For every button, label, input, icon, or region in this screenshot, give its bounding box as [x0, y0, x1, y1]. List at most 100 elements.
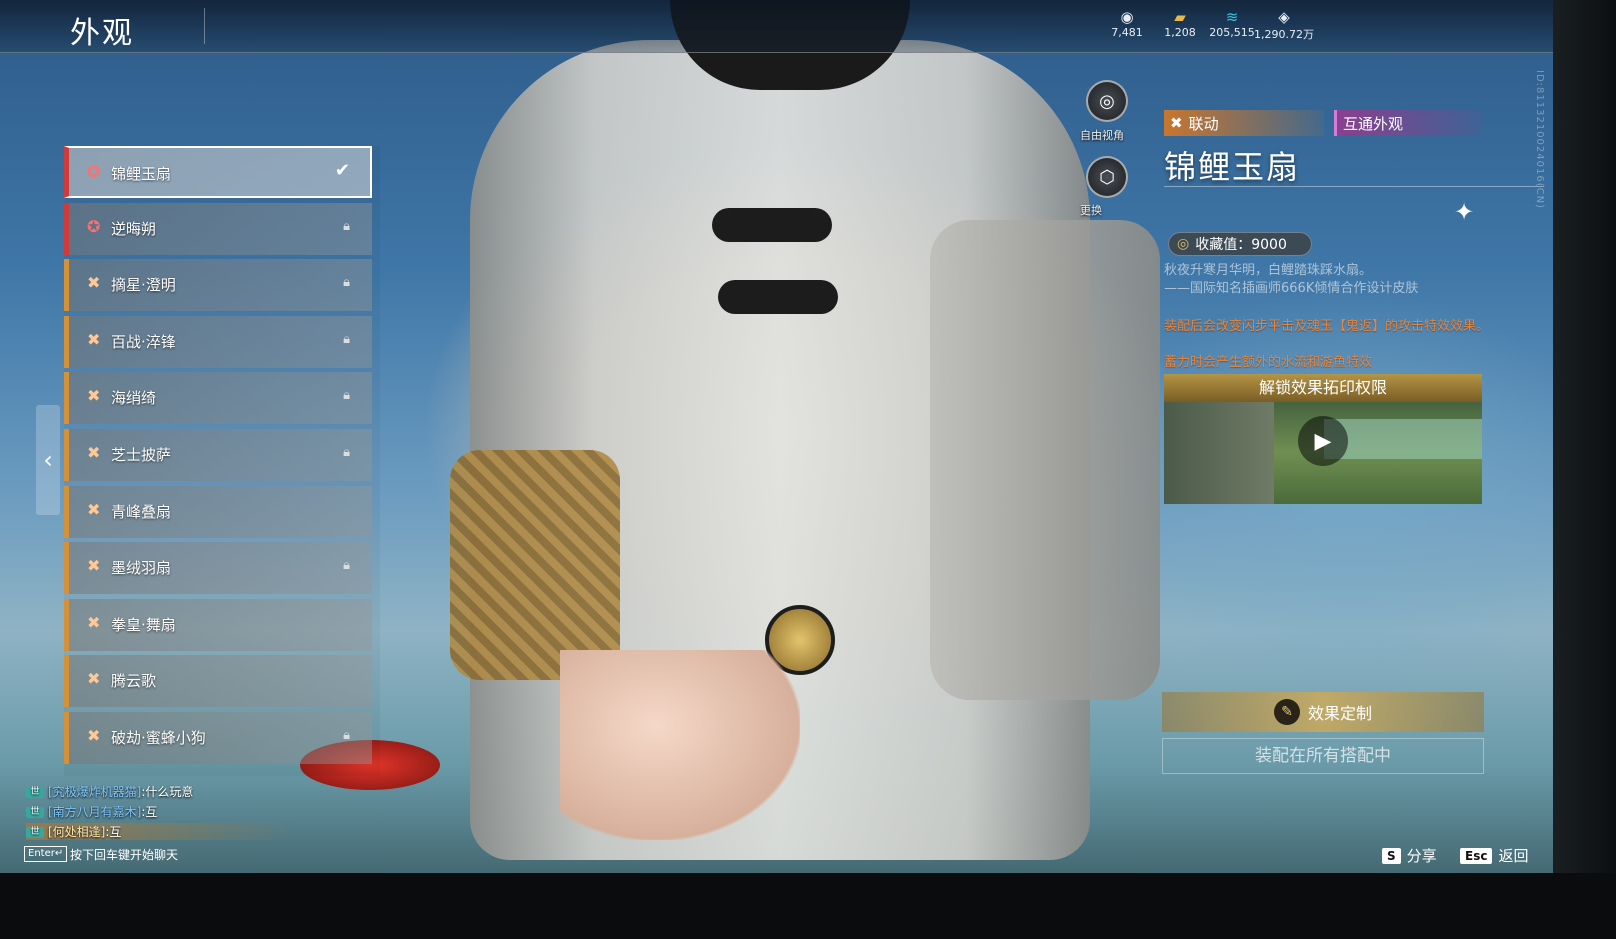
title-divider	[204, 8, 205, 44]
skin-name-label: 芝士披萨	[111, 446, 172, 464]
diamond-icon: ◈	[1278, 8, 1290, 26]
effect-description-extra: 蓄力时会产生额外的水流和游鱼特效	[1164, 355, 1373, 370]
skin-name-label: 海绡绮	[111, 389, 157, 407]
shared-appearance-tag: 互通外观	[1334, 110, 1482, 136]
skin-name-label: 青峰叠扇	[111, 503, 172, 521]
character-bracer	[450, 450, 620, 680]
skin-name-label: 腾云歌	[111, 672, 157, 690]
currency-gold[interactable]: ▰ 1,208	[1150, 8, 1210, 39]
enter-key-icon[interactable]: Enter↵	[24, 846, 68, 862]
chat-sender[interactable]: [南方八月有嘉木]	[48, 805, 141, 819]
skin-name-label: 破劫·蜜蜂小狗	[111, 729, 206, 747]
lock-icon: 🔒︎	[343, 728, 350, 743]
effect-preview-video[interactable]: 解锁效果拓印权限 ▶	[1164, 374, 1482, 504]
lock-icon: 🔒︎	[343, 332, 350, 347]
rarity-cross-icon: ✖	[87, 500, 101, 519]
rarity-cross-icon: ✖	[87, 669, 101, 688]
skin-name-label: 墨绒羽扇	[111, 559, 172, 577]
list-item[interactable]: ✖ 破劫·蜜蜂小狗 🔒︎	[64, 712, 372, 764]
skin-title: 锦鲤玉扇	[1164, 148, 1301, 186]
skin-name-label: 逆晦朔	[111, 220, 157, 238]
currency-value: 1,208	[1164, 26, 1196, 39]
video-thumbnail-rock	[1164, 402, 1274, 504]
skin-name-label: 百战·淬锋	[111, 333, 176, 351]
chat-channel-icon: 世	[26, 787, 44, 798]
rarity-cross-icon: ✖	[87, 726, 101, 745]
chat-text: :互	[141, 805, 158, 819]
effect-description: 装配后会改变闪步平击及魂玉【鬼返】的攻击特效效果。	[1164, 319, 1490, 334]
effect-custom-button[interactable]: ✎ 效果定制	[1162, 692, 1484, 732]
frog-button-knot	[718, 280, 838, 314]
compass-icon[interactable]: ✦	[1454, 198, 1474, 226]
chat-text: :什么玩意	[141, 785, 194, 799]
skin-name-label: 摘星·澄明	[111, 276, 176, 294]
back-button[interactable]: Esc 返回	[1460, 845, 1528, 866]
currency-value: 7,481	[1111, 26, 1143, 39]
chat-text: :互	[105, 825, 122, 839]
lock-icon: 🔒︎	[343, 219, 350, 234]
currency-diamond[interactable]: ◈ 1,290.72万	[1254, 8, 1314, 42]
collapse-panel-button[interactable]: ‹	[36, 405, 60, 515]
currency-feather[interactable]: ≋ 205,515	[1202, 8, 1262, 39]
screen-edge	[1553, 0, 1616, 880]
skin-name-label: 拳皇·舞扇	[111, 616, 176, 634]
video-title: 解锁效果拓印权限	[1164, 374, 1482, 402]
back-key: Esc	[1460, 847, 1493, 864]
rarity-cross-icon: ✖	[87, 613, 101, 632]
change-label: 更换	[1080, 204, 1102, 217]
list-item[interactable]: ✖ 百战·淬锋 🔒︎	[64, 316, 372, 368]
play-icon[interactable]: ▶	[1298, 416, 1348, 466]
rarity-star-icon: ✪	[87, 217, 101, 236]
list-item[interactable]: ✖ 摘星·澄明 🔒︎	[64, 259, 372, 311]
bottom-bar	[0, 873, 1616, 939]
list-item[interactable]: ✖ 拳皇·舞扇	[64, 599, 372, 651]
title-divider	[1164, 186, 1544, 187]
chat-sender[interactable]: [何处相逢]	[48, 825, 105, 839]
gem-eye-icon: ◉	[1120, 8, 1134, 26]
skin-list[interactable]: ✪ 锦鲤玉扇 ✔ ✪ 逆晦朔 🔒︎ ✖ 摘星·澄明 🔒︎ ✖ 百战·淬锋 🔒︎ …	[64, 146, 380, 776]
chat-message[interactable]: 世 [何处相逢]:互	[26, 823, 296, 840]
free-view-button[interactable]: ◎	[1086, 80, 1128, 122]
share-key: S	[1382, 847, 1401, 864]
collection-value-badge: ◎ 收藏值：9000	[1168, 232, 1312, 256]
gold-bar-icon: ▰	[1174, 8, 1186, 26]
lock-icon: 🔒︎	[343, 275, 350, 290]
currency-value: 1,290.72万	[1254, 28, 1314, 41]
list-item[interactable]: ✪ 逆晦朔 🔒︎	[64, 203, 372, 255]
collab-icon: ✖	[1170, 114, 1183, 132]
change-button[interactable]: ⬡	[1086, 156, 1128, 198]
chat-channel-icon: 世	[26, 827, 44, 838]
collab-tag: ✖ 联动	[1164, 110, 1324, 136]
rarity-cross-icon: ✖	[87, 330, 101, 349]
rarity-star-icon: ✪	[87, 162, 101, 181]
free-view-label: 自由视角	[1080, 129, 1124, 142]
rarity-cross-icon: ✖	[87, 386, 101, 405]
camera-icon: ◎	[1099, 90, 1115, 112]
list-item[interactable]: ✪ 锦鲤玉扇 ✔	[64, 146, 372, 198]
character-sleeve	[930, 220, 1160, 700]
list-item[interactable]: ✖ 芝士披萨 🔒︎	[64, 429, 372, 481]
back-label: 返回	[1498, 847, 1529, 865]
effect-custom-label: 效果定制	[1307, 704, 1372, 723]
chat-message[interactable]: 世 [南方八月有嘉木]:互	[26, 803, 157, 820]
feather-icon: ≋	[1225, 8, 1239, 26]
chat-message[interactable]: 世 [究极爆炸机器猫]:什么玩意	[26, 783, 193, 800]
coin-icon: ◎	[1177, 236, 1190, 252]
list-item[interactable]: ✖ 青峰叠扇	[64, 486, 372, 538]
top-bar: 外观 ◉ 7,481 ▰ 1,208 ≋ 205,515 ◈ 1,290.72万	[0, 0, 1553, 53]
share-button[interactable]: S 分享	[1382, 845, 1437, 866]
currency-value: 205,515	[1209, 26, 1255, 39]
brush-icon: ✎	[1273, 699, 1300, 725]
collection-value-text: 收藏值：9000	[1195, 237, 1287, 253]
list-item[interactable]: ✖ 海绡绮 🔒︎	[64, 372, 372, 424]
list-item[interactable]: ✖ 腾云歌	[64, 655, 372, 707]
list-item[interactable]: ✖ 墨绒羽扇 🔒︎	[64, 542, 372, 594]
frog-button-knot	[712, 208, 832, 242]
chat-sender[interactable]: [究极爆炸机器猫]	[48, 785, 141, 799]
collab-tag-label: 联动	[1188, 114, 1219, 133]
chat-hint: 按下回车键开始聊天	[70, 848, 179, 862]
currency-gem[interactable]: ◉ 7,481	[1097, 8, 1157, 39]
chevron-left-icon: ‹	[43, 446, 53, 474]
lock-icon: 🔒︎	[343, 558, 350, 573]
chat-channel-icon: 世	[26, 807, 44, 818]
